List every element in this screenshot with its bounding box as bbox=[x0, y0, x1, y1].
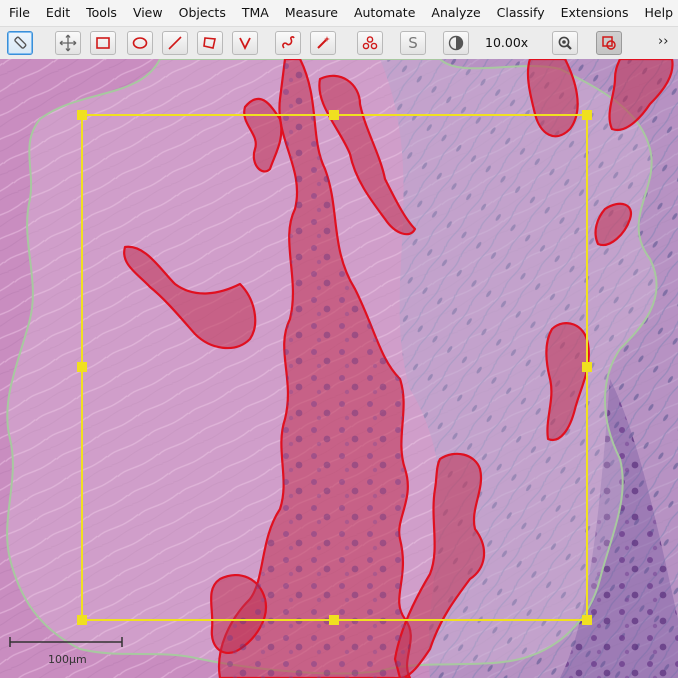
menu-tools[interactable]: Tools bbox=[78, 0, 125, 26]
polygon-icon bbox=[203, 37, 216, 49]
rectangle-tool-button[interactable] bbox=[90, 31, 116, 55]
line-tool-button[interactable] bbox=[162, 31, 188, 55]
resize-handle-top-left[interactable] bbox=[77, 110, 87, 120]
menu-file[interactable]: File bbox=[0, 0, 38, 26]
toolbar-overflow-chevron[interactable]: ›› bbox=[658, 34, 668, 49]
move-tool-button[interactable] bbox=[55, 31, 81, 55]
overlay-icon bbox=[602, 36, 616, 50]
image-viewer[interactable]: 100µm bbox=[0, 59, 678, 678]
zoom-to-fit-button[interactable] bbox=[552, 31, 578, 55]
wand-tool-button[interactable] bbox=[310, 31, 336, 55]
freehand-tool-button[interactable] bbox=[275, 31, 301, 55]
resize-handle-top[interactable] bbox=[329, 110, 339, 120]
polyline-tool-button[interactable] bbox=[232, 31, 258, 55]
app-window: File Edit Tools View Objects TMA Measure… bbox=[0, 0, 678, 678]
menu-automate[interactable]: Automate bbox=[346, 0, 423, 26]
menu-view[interactable]: View bbox=[125, 0, 171, 26]
brightness-contrast-button[interactable] bbox=[443, 31, 469, 55]
menu-extensions[interactable]: Extensions bbox=[553, 0, 637, 26]
menu-objects[interactable]: Objects bbox=[171, 0, 234, 26]
points-tool-button[interactable] bbox=[357, 31, 383, 55]
line-icon bbox=[168, 36, 182, 50]
resize-handle-bottom-right[interactable] bbox=[582, 615, 592, 625]
menu-edit[interactable]: Edit bbox=[38, 0, 78, 26]
menu-bar: File Edit Tools View Objects TMA Measure… bbox=[0, 0, 678, 26]
zoom-icon bbox=[558, 36, 572, 50]
zoom-level-label: 10.00x bbox=[485, 35, 529, 50]
show-names-toggle[interactable]: S bbox=[400, 31, 426, 55]
polyline-icon bbox=[239, 37, 251, 51]
menu-help[interactable]: Help bbox=[637, 0, 678, 26]
menu-tma[interactable]: TMA bbox=[234, 0, 277, 26]
ellipse-tool-button[interactable] bbox=[127, 31, 153, 55]
resize-handle-left[interactable] bbox=[77, 362, 87, 372]
points-icon bbox=[362, 36, 378, 50]
wand-icon bbox=[317, 36, 330, 49]
toolbar: S 10.00x ›› bbox=[0, 26, 678, 60]
move-icon bbox=[59, 34, 77, 52]
freehand-icon bbox=[282, 36, 295, 49]
resize-handle-top-right[interactable] bbox=[582, 110, 592, 120]
brush-tool-button[interactable] bbox=[7, 31, 33, 55]
text-icon: S bbox=[408, 34, 418, 52]
resize-handle-bottom[interactable] bbox=[329, 615, 339, 625]
ellipse-icon bbox=[132, 37, 148, 49]
show-overlay-toggle[interactable] bbox=[596, 31, 622, 55]
scale-bar-label: 100µm bbox=[48, 653, 87, 666]
menu-measure[interactable]: Measure bbox=[277, 0, 346, 26]
pen-icon bbox=[14, 36, 27, 49]
rectangle-icon bbox=[96, 37, 110, 49]
resize-handle-right[interactable] bbox=[582, 362, 592, 372]
menu-classify[interactable]: Classify bbox=[489, 0, 553, 26]
slide-image[interactable] bbox=[0, 59, 678, 678]
contrast-icon bbox=[448, 35, 464, 51]
menu-analyze[interactable]: Analyze bbox=[423, 0, 488, 26]
resize-handle-bottom-left[interactable] bbox=[77, 615, 87, 625]
polygon-tool-button[interactable] bbox=[197, 31, 223, 55]
